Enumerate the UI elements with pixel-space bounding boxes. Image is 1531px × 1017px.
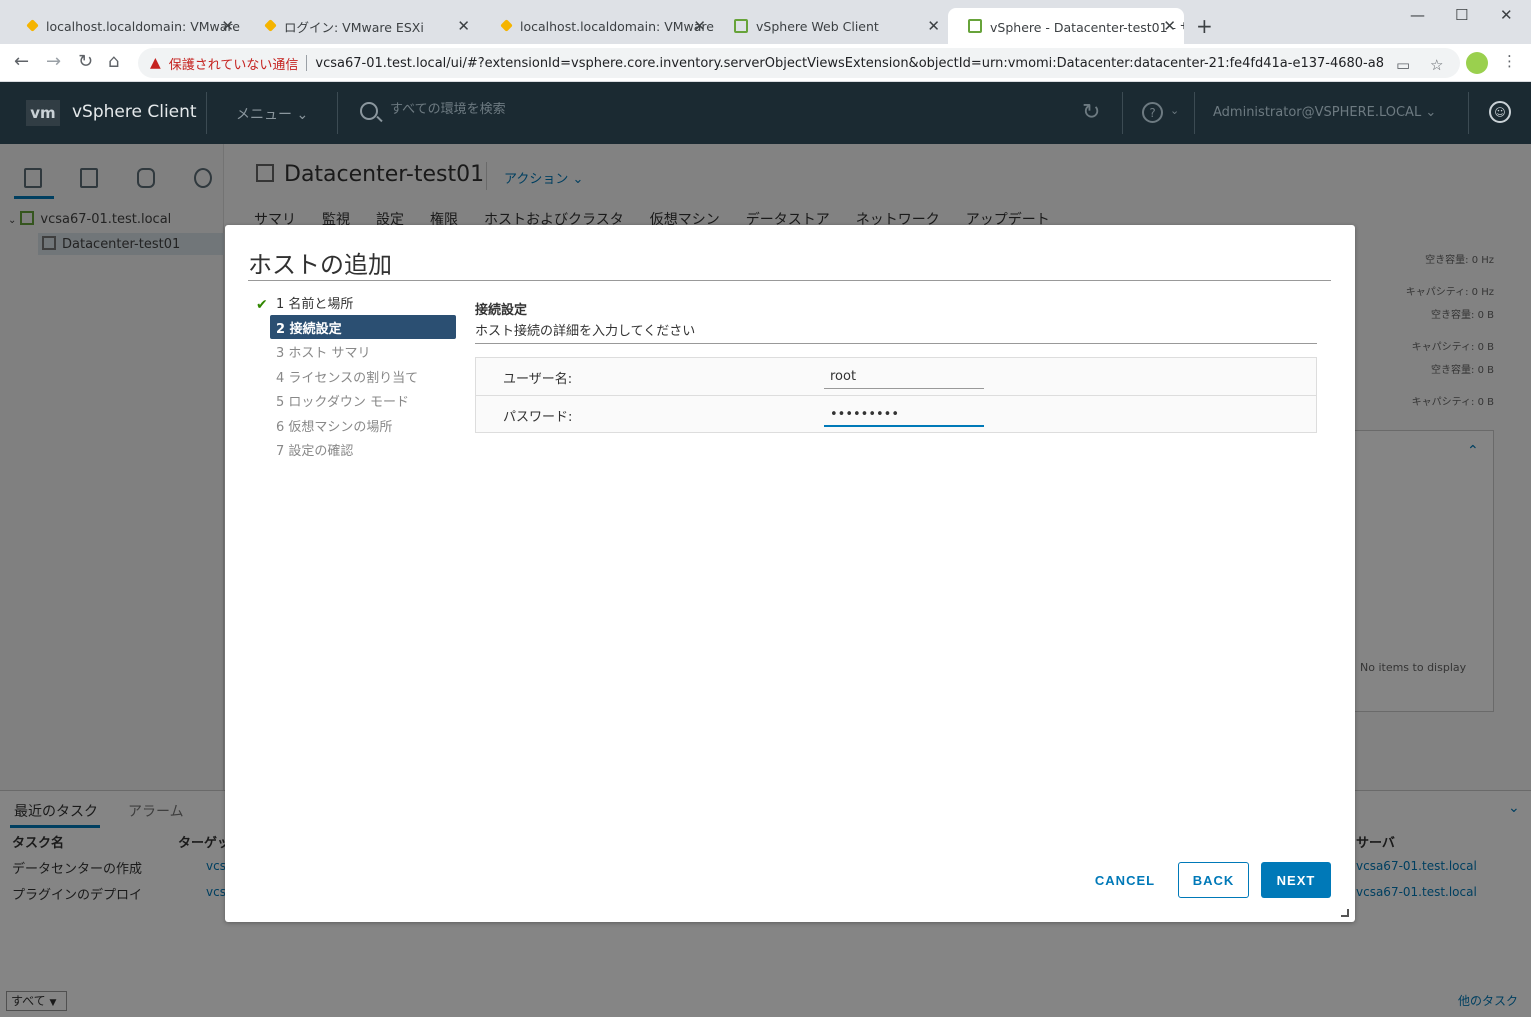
section-divider	[475, 343, 1317, 344]
wizard-step-1[interactable]: 1 名前と場所	[270, 290, 456, 314]
chevron-down-icon[interactable]: ⌄	[1170, 104, 1179, 117]
vsphere-header: vm vSphere Client メニュー ⌄ ↻ ? ⌄ Administr…	[0, 82, 1531, 144]
header-divider	[1122, 92, 1123, 134]
reload-icon[interactable]: ↻	[78, 51, 93, 72]
close-icon[interactable]: ✕	[221, 17, 234, 35]
browser-tabstrip: localhost.localdomain: VMware E ✕ ログイン: …	[0, 0, 1531, 44]
username-input[interactable]	[824, 365, 984, 389]
address-bar[interactable]: ▲ 保護されていない通信 vcsa67-01.test.local/ui/#?e…	[138, 48, 1460, 78]
close-icon[interactable]: ✕	[457, 17, 470, 35]
close-icon[interactable]: ✕	[1163, 17, 1176, 35]
wizard-step-3: 3 ホスト サマリ	[276, 345, 371, 361]
search-icon	[360, 102, 378, 120]
wizard-title: ホストの追加	[248, 251, 392, 279]
resize-handle-icon[interactable]	[1341, 909, 1349, 917]
browser-tab-label: localhost.localdomain: VMware E	[520, 18, 714, 34]
more-vert-icon[interactable]: ⋮	[1502, 52, 1517, 70]
browser-tab-label: vSphere - Datacenter-test01 - サ	[990, 19, 1184, 35]
menu-button[interactable]: メニュー ⌄	[236, 104, 308, 124]
refresh-icon[interactable]: ↻	[1082, 100, 1100, 125]
feedback-smiley-icon[interactable]: ☺	[1489, 101, 1511, 123]
header-divider	[1194, 92, 1195, 134]
vsphere-icon	[968, 19, 982, 33]
header-divider	[337, 92, 338, 134]
wizard-step-2[interactable]: 2 接続設定	[270, 315, 456, 339]
browser-tab-label: localhost.localdomain: VMware E	[46, 18, 242, 34]
help-icon[interactable]: ?	[1142, 102, 1163, 123]
forward-arrow-icon[interactable]: →	[46, 51, 61, 72]
wizard-step-6: 6 仮想マシンの場所	[276, 419, 393, 435]
back-button[interactable]: BACK	[1178, 862, 1249, 898]
header-divider	[1468, 92, 1469, 134]
chevron-down-icon: ⌄	[296, 107, 309, 123]
next-button[interactable]: NEXT	[1261, 862, 1331, 898]
add-host-wizard: ホストの追加 ✔ 1 名前と場所 2 接続設定 3 ホスト サマリ 4 ライセン…	[225, 225, 1355, 922]
global-search-input[interactable]	[390, 102, 890, 117]
wizard-step-4: 4 ライセンスの割り当て	[276, 370, 419, 386]
username-row: ユーザー名:	[476, 358, 1316, 395]
key-icon	[264, 19, 277, 32]
password-row: パスワード:	[476, 395, 1316, 432]
user-name: Administrator@VSPHERE.LOCAL	[1213, 105, 1422, 120]
close-icon[interactable]: ✕	[693, 17, 706, 35]
wizard-step-7: 7 設定の確認	[276, 443, 354, 459]
browser-tab-3[interactable]: localhost.localdomain: VMware E ✕	[478, 8, 714, 44]
key-icon	[26, 19, 39, 32]
profile-avatar[interactable]	[1466, 52, 1488, 74]
browser-tab-label: vSphere Web Client	[756, 18, 879, 34]
browser-tab-4[interactable]: vSphere Web Client ✕	[714, 8, 948, 44]
browser-tab-label: ログイン: VMware ESXi	[284, 19, 424, 35]
username-label: ユーザー名:	[503, 372, 573, 387]
app-title: vSphere Client	[72, 102, 197, 122]
wizard-step-5: 5 ロックダウン モード	[276, 394, 410, 410]
url-separator	[306, 55, 308, 71]
back-arrow-icon[interactable]: ←	[14, 51, 29, 72]
new-tab-icon[interactable]: +	[1196, 14, 1213, 38]
star-icon[interactable]: ☆	[1430, 56, 1443, 74]
warning-icon: ▲	[150, 55, 161, 71]
close-icon[interactable]: ✕	[927, 17, 940, 35]
security-warning[interactable]: 保護されていない通信	[169, 54, 299, 73]
connection-form: ユーザー名: パスワード:	[475, 357, 1317, 433]
window-close-icon[interactable]: ✕	[1500, 6, 1513, 24]
cast-icon[interactable]: ▭	[1396, 56, 1410, 74]
title-divider	[248, 280, 1331, 281]
url-text[interactable]: vcsa67-01.test.local/ui/#?extensionId=vs…	[315, 56, 1385, 71]
home-icon[interactable]: ⌂	[108, 51, 119, 72]
chevron-down-icon: ⌄	[1425, 105, 1437, 120]
vsphere-icon	[734, 19, 748, 33]
section-subtitle: ホスト接続の詳細を入力してください	[475, 324, 696, 339]
check-icon: ✔	[256, 297, 268, 313]
browser-tab-5[interactable]: vSphere - Datacenter-test01 - サ ✕	[948, 8, 1184, 44]
minimize-icon[interactable]: —	[1410, 6, 1425, 24]
cancel-button[interactable]: CANCEL	[1087, 862, 1163, 898]
menu-label: メニュー	[236, 107, 292, 123]
vm-logo: vm	[26, 100, 60, 126]
password-label: パスワード:	[503, 410, 573, 425]
header-divider	[206, 92, 207, 134]
key-icon	[500, 19, 513, 32]
password-input[interactable]	[824, 403, 984, 427]
user-menu[interactable]: Administrator@VSPHERE.LOCAL ⌄	[1213, 105, 1436, 120]
section-title: 接続設定	[475, 303, 528, 318]
maximize-icon[interactable]: ☐	[1455, 6, 1468, 24]
browser-tab-1[interactable]: localhost.localdomain: VMware E ✕	[4, 8, 242, 44]
browser-toolbar: ← → ↻ ⌂ ▲ 保護されていない通信 vcsa67-01.test.loca…	[0, 44, 1531, 82]
browser-tab-2[interactable]: ログイン: VMware ESXi ✕	[242, 8, 478, 44]
